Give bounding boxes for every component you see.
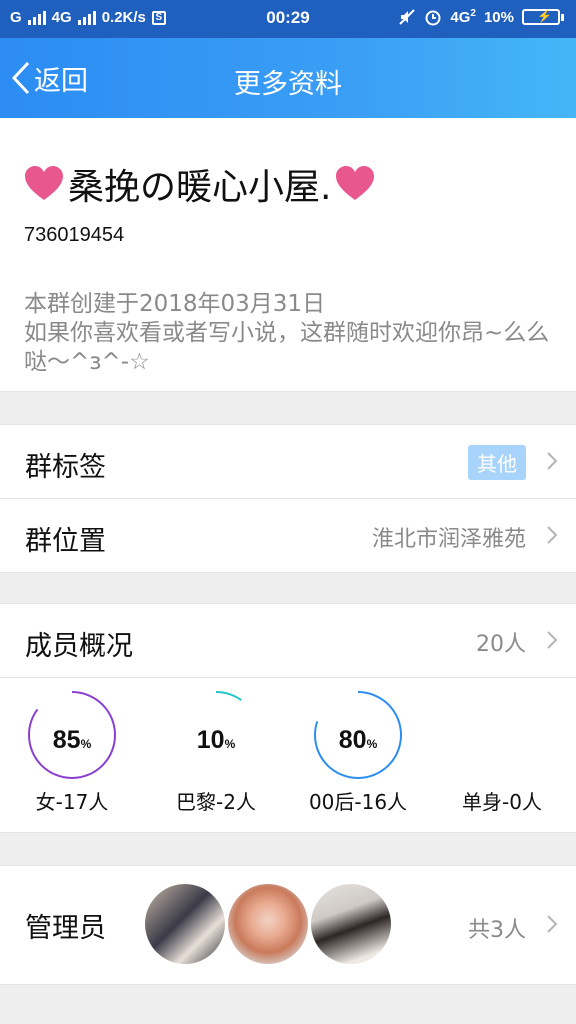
- heart-icon: [336, 166, 375, 200]
- admin-avatar[interactable]: [311, 884, 391, 964]
- stat-percent: 10%: [144, 726, 288, 755]
- group-description-block: 本群创建于2018年03月31日 如果你喜欢看或者写小说，这群随时欢迎你昂~么么…: [24, 290, 554, 377]
- members-count: 20人: [476, 632, 526, 657]
- stat-caption: 单身-0人: [462, 790, 542, 814]
- network2-text: 4G: [450, 9, 471, 26]
- battery-percent: 10%: [483, 8, 514, 26]
- admins-label: 管理员: [25, 913, 106, 944]
- group-tags-row[interactable]: 群标签 其他: [0, 425, 576, 498]
- chevron-right-icon: [547, 915, 558, 933]
- stat-paris: 10% 巴黎-2人: [144, 690, 288, 815]
- alarm-icon: [425, 10, 441, 26]
- admins-row[interactable]: 管理员 共3人: [0, 866, 576, 984]
- admin-avatar[interactable]: [228, 884, 308, 964]
- group-name: 桑挽の暖心小屋.: [68, 167, 332, 208]
- stat-caption: 00后-16人: [308, 790, 408, 814]
- stat-value: 85: [52, 726, 81, 754]
- network2-sub: 2: [470, 8, 476, 19]
- admins-section: 管理员 共3人: [0, 865, 576, 985]
- stat-00s: 80% 00后-16人: [286, 690, 430, 815]
- chevron-right-icon: [547, 452, 558, 470]
- stat-female: 85% 女-17人: [0, 690, 144, 815]
- mute-icon: [399, 9, 416, 25]
- stat-single: 单身-0人: [430, 690, 574, 815]
- admins-count: 共3人: [468, 918, 526, 943]
- group-location-label: 群位置: [25, 526, 106, 557]
- group-name-row: 桑挽の暖心小屋.: [24, 158, 375, 210]
- group-meta-section: 群标签 其他 群位置 淮北市润泽雅苑: [0, 424, 576, 573]
- group-created-date: 本群创建于2018年03月31日: [24, 291, 326, 317]
- stat-value: 80: [338, 726, 367, 754]
- stat-ring: [457, 690, 547, 780]
- group-id: 736019454: [24, 224, 125, 246]
- stat-sign: %: [80, 737, 92, 751]
- members-section: 成员概况 20人 85% 女-17人 10% 巴黎-2人 80% 00后-16人…: [0, 603, 576, 833]
- stat-percent: 85%: [0, 726, 144, 755]
- chevron-right-icon: [547, 526, 558, 544]
- group-tags-label: 群标签: [25, 452, 106, 483]
- stat-sign: %: [224, 737, 236, 751]
- group-description: 如果你喜欢看或者写小说，这群随时欢迎你昂~么么哒～^ɜ^-☆: [24, 320, 550, 375]
- heart-icon: [25, 166, 63, 200]
- stat-sign: %: [366, 737, 378, 751]
- chevron-right-icon: [547, 631, 558, 649]
- battery-icon: ⚡: [522, 9, 564, 25]
- status-bar: G 4G 0.2K/s S 00:29 4G2 10% ⚡: [0, 0, 576, 38]
- group-info-card: 桑挽の暖心小屋. 736019454 本群创建于2018年03月31日 如果你喜…: [0, 118, 576, 392]
- group-location-row[interactable]: 群位置 淮北市润泽雅苑: [0, 498, 576, 572]
- stat-caption: 女-17人: [35, 790, 109, 814]
- stat-percent: 80%: [286, 726, 430, 755]
- status-right: 4G2 10% ⚡: [398, 8, 564, 26]
- stat-caption: 巴黎-2人: [176, 790, 256, 814]
- members-overview-row[interactable]: 成员概况 20人: [0, 604, 576, 677]
- network2-label: 4G2: [450, 8, 476, 26]
- members-stats: 85% 女-17人 10% 巴黎-2人 80% 00后-16人 单身-0人: [0, 677, 576, 832]
- page-title: 更多资料: [234, 69, 342, 100]
- admin-avatar[interactable]: [145, 884, 225, 964]
- group-tag-badge: 其他: [468, 445, 526, 480]
- nav-bar: 返回 更多资料: [0, 38, 576, 118]
- members-label: 成员概况: [25, 631, 133, 662]
- group-location-value: 淮北市润泽雅苑: [371, 527, 526, 552]
- stat-value: 10: [196, 726, 225, 754]
